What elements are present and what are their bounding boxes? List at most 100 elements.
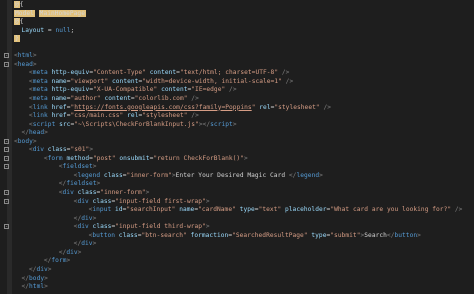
fold-toggle-icon[interactable]: - [4, 138, 9, 144]
code-token: "viewport" [70, 77, 109, 85]
code-text: @{ [14, 1, 24, 10]
code-line[interactable]: - <body> [4, 138, 474, 147]
code-line[interactable]: - <fieldset> [4, 163, 474, 172]
code-token: div [62, 189, 74, 197]
code-token: div [81, 214, 93, 222]
code-line[interactable]: @{ [10, 18, 474, 27]
code-line[interactable]: <meta name="viewport" content="width=dev… [10, 78, 474, 87]
code-token: > [145, 189, 150, 197]
code-line[interactable]: <meta http-equiv="X-UA-Compatible" conte… [10, 86, 474, 95]
code-line[interactable]: </div> [10, 215, 474, 224]
code-token: href [47, 112, 67, 120]
code-token: content [108, 77, 139, 85]
code-text: </head> [21, 129, 47, 138]
code-token: > [32, 60, 37, 68]
code-line[interactable]: <link href="https://fonts.googleapis.com… [10, 104, 474, 113]
code-line[interactable]: <input id="searchInput" name="cardName" … [10, 206, 474, 215]
code-line[interactable]: </div> [10, 249, 474, 258]
code-token: > [44, 283, 48, 291]
code-line[interactable]: </div> [10, 240, 474, 249]
code-line[interactable]: - <div class="input-field third-wrap"> [4, 223, 474, 232]
code-token: Enter Your Desired Magic Card [175, 171, 289, 179]
fold-toggle-icon[interactable]: - [4, 224, 9, 230]
code-token: script [210, 120, 233, 128]
code-text: <div class="input-field third-wrap"> [74, 223, 210, 232]
code-token: link [32, 103, 48, 111]
code-token: class [44, 146, 67, 154]
code-token: legend [77, 171, 101, 179]
fold-toggle-icon[interactable]: - [4, 53, 9, 59]
code-token: "inner-form" [100, 189, 146, 197]
code-token: "SearchedResultPage" [232, 231, 308, 239]
code-line[interactable]: @{ [10, 1, 474, 10]
code-token: html [17, 52, 33, 60]
code-line[interactable]: <legend class="inner-form">Enter Your De… [10, 172, 474, 181]
code-token: div [66, 248, 78, 256]
code-line[interactable]: </fieldset> [10, 180, 474, 189]
code-text: <script src="~\Scripts\CheckForBlankInpu… [29, 121, 237, 130]
code-line[interactable]: </body> [10, 275, 474, 284]
code-token: "return CheckForBlank()" [153, 154, 244, 162]
code-text: <html> [14, 52, 37, 61]
code-token: class [100, 171, 123, 179]
fold-toggle-icon[interactable]: - [4, 198, 9, 204]
code-line[interactable]: <link href="css/main.css" rel="styleshee… [10, 112, 474, 121]
code-line[interactable]: - <form method="post" onsubmit="return Ch… [4, 154, 474, 164]
code-line[interactable]: - <head> [4, 60, 474, 70]
code-line[interactable]: Model MainHomePage [10, 9, 474, 19]
code-text: Model MainHomePage [14, 9, 86, 19]
code-token: form [51, 257, 67, 265]
code-token: > [92, 240, 97, 248]
code-text: <body> [14, 138, 37, 147]
code-token: meta [32, 69, 48, 77]
code-line[interactable] [10, 44, 474, 53]
code-line[interactable]: - <div class="s01"> [4, 146, 474, 155]
code-token: > [92, 163, 97, 171]
code-line[interactable]: - <div class="input-field first-wrap"> [4, 197, 474, 207]
code-token: "width=device-width, initial-scale=1" [142, 77, 282, 85]
code-text: @{ [14, 18, 24, 27]
code-token: https://fonts.googleapis.com/css?family=… [74, 103, 252, 111]
code-text: } [14, 35, 20, 44]
code-token: } [14, 35, 20, 43]
code-token: /> [187, 112, 199, 120]
code-line[interactable]: - <html> [4, 52, 474, 61]
fold-toggle-icon[interactable]: - [4, 147, 9, 153]
code-editor[interactable]: @{Model MainHomePage @{Layout = null;} - <h… [0, 0, 474, 294]
code-token: placeholder [281, 206, 327, 214]
code-token: "btn-search" [141, 231, 187, 239]
code-token: > [417, 231, 421, 239]
code-line[interactable]: } [10, 35, 474, 44]
code-token: </ [21, 283, 30, 291]
code-token: http-equiv [47, 69, 90, 77]
code-token: class [115, 231, 138, 239]
code-line[interactable]: </div> [10, 266, 474, 275]
code-token: legend [296, 171, 320, 179]
code-token: fieldset [62, 163, 93, 171]
code-token: > [232, 120, 237, 128]
code-text: <link href="css/main.css" rel="styleshee… [29, 112, 199, 121]
code-line[interactable]: <meta name="author" content="colorlib.co… [10, 95, 474, 104]
code-line[interactable]: </form> [10, 257, 474, 266]
code-token: meta [32, 77, 48, 85]
code-line[interactable]: <script src="~\Scripts\CheckForBlankInpu… [10, 121, 474, 130]
code-lines[interactable]: @{Model MainHomePage @{Layout = null;} - <h… [4, 1, 474, 292]
code-token: class [88, 197, 112, 205]
code-line[interactable]: - <div class="inner-form"> [4, 189, 474, 198]
code-line[interactable]: Layout = null; [10, 27, 474, 36]
code-line[interactable]: </head> [10, 129, 474, 138]
code-line[interactable]: <meta http-equiv="Content-Type" content=… [10, 69, 474, 78]
code-token: "colorlib.com" [134, 95, 188, 103]
fold-toggle-icon[interactable]: - [4, 164, 9, 170]
code-token: src [55, 120, 71, 128]
code-token: /> [451, 206, 463, 214]
code-token: > [205, 223, 210, 231]
code-token: div [81, 240, 93, 248]
fold-toggle-icon[interactable]: - [4, 61, 9, 67]
code-text: <fieldset> [59, 163, 97, 172]
code-line[interactable]: <button class="btn-search" formaction="S… [10, 232, 474, 241]
fold-toggle-icon[interactable]: - [4, 155, 9, 161]
fold-toggle-icon[interactable]: - [4, 190, 9, 196]
code-token: "submit" [330, 231, 361, 239]
code-line[interactable]: </html> [10, 283, 474, 292]
